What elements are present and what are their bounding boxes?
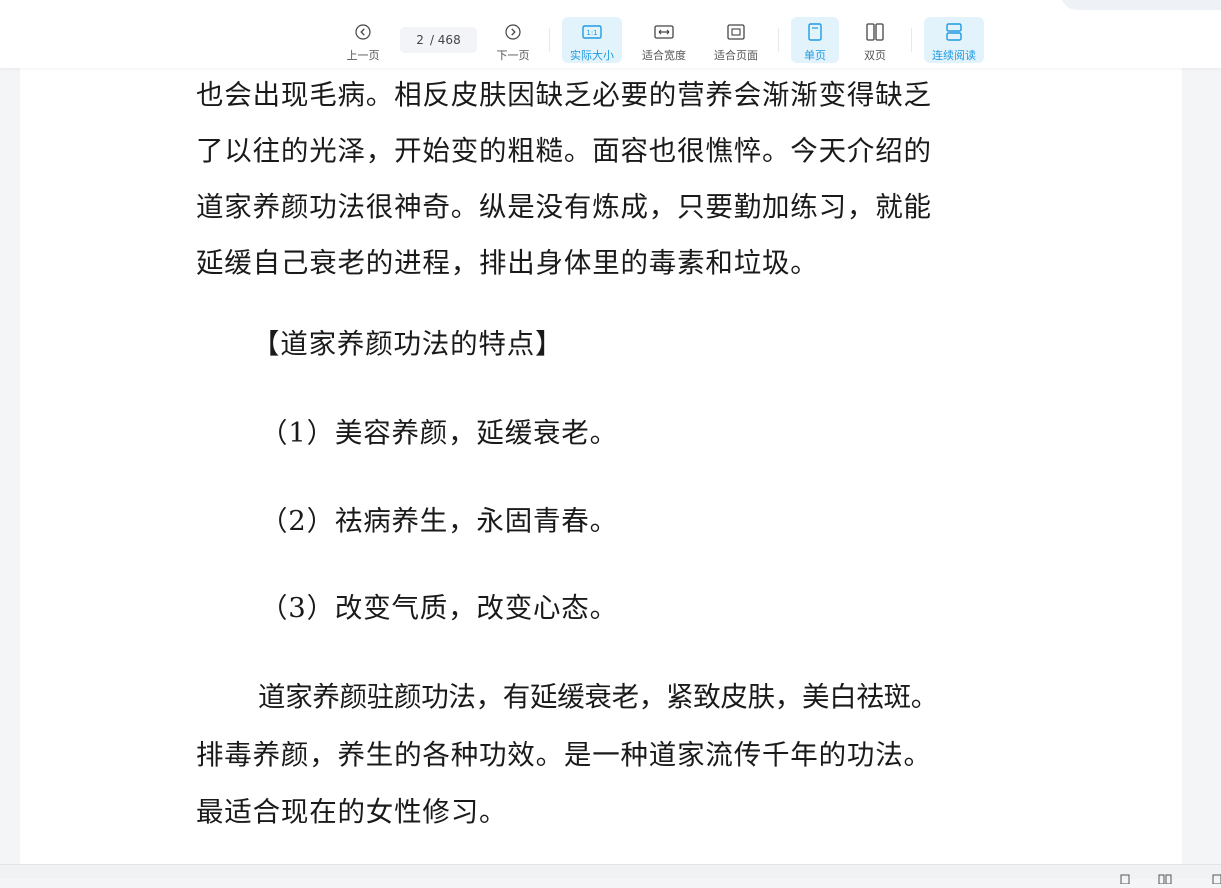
text-line: 最适合现在的女性修习。 — [196, 796, 508, 828]
svg-text:1:1: 1:1 — [586, 29, 597, 37]
fit-page-icon — [725, 21, 747, 43]
text-line: 了以往的光泽，开始变的粗糙。面容也很憔悴。今天介绍的 — [196, 135, 932, 167]
list-item: （2）祛病养生，永固青春。 — [260, 505, 618, 537]
next-page-button[interactable]: 下一页 — [490, 17, 536, 63]
continuous-reading-button[interactable]: 连续阅读 — [924, 17, 984, 63]
fit-page-label: 适合页面 — [714, 49, 758, 62]
fit-width-label: 适合宽度 — [642, 49, 686, 62]
actual-size-label: 实际大小 — [570, 49, 614, 62]
current-page-value: 2 — [416, 33, 424, 47]
toolbar-divider — [549, 28, 550, 52]
single-page-icon — [804, 21, 826, 43]
actual-size-button[interactable]: 1:1 实际大小 — [562, 17, 622, 63]
double-page-icon — [864, 21, 886, 43]
section-heading: 【道家养颜功法的特点】 — [252, 328, 564, 360]
text-line: 延缓自己衰老的进程，排出身体里的毒素和垃圾。 — [196, 247, 819, 279]
text-line: 排毒养颜，养生的各种功效。是一种道家流传千年的功法。 — [196, 739, 932, 771]
prev-page-button[interactable]: 上一页 — [340, 17, 386, 63]
list-item: （3）改变气质，改变心态。 — [260, 592, 618, 624]
continuous-reading-label: 连续阅读 — [932, 49, 976, 62]
double-page-label: 双页 — [864, 49, 886, 62]
chevron-left-circle-icon — [352, 21, 374, 43]
fit-width-button[interactable]: 适合宽度 — [634, 17, 694, 63]
single-page-label: 单页 — [804, 49, 826, 62]
text-line: 道家养颜驻颜功法，有延缓衰老，紧致皮肤，美白祛斑。 — [258, 681, 938, 713]
prev-page-label: 上一页 — [346, 49, 380, 62]
text-line: 也会出现毛病。相反皮肤因缺乏必要的营养会渐渐变得缺乏 — [196, 79, 932, 111]
viewer-toolbar: 上一页 2 / 468 下一页 1:1 实际大小 适合宽度 适合页面 单页 双页… — [0, 0, 1221, 68]
total-pages-value: / 468 — [429, 33, 461, 47]
single-page-button[interactable]: 单页 — [791, 17, 839, 63]
window-corner-decoration — [1061, 0, 1221, 10]
fit-width-icon — [653, 21, 675, 43]
next-page-label: 下一页 — [496, 49, 530, 62]
chevron-right-circle-icon — [502, 21, 524, 43]
actual-size-icon: 1:1 — [581, 21, 603, 43]
toolbar-divider — [911, 28, 912, 52]
toolbar-divider — [778, 28, 779, 52]
continuous-reading-icon — [943, 21, 965, 43]
double-page-button[interactable]: 双页 — [851, 17, 899, 63]
fit-page-button[interactable]: 适合页面 — [706, 17, 766, 63]
status-bar — [0, 864, 1221, 885]
text-line: 道家养颜功法很神奇。纵是没有炼成，只要勤加练习，就能 — [196, 191, 932, 223]
page-number-field[interactable]: 2 / 468 — [400, 27, 477, 53]
list-item: （1）美容养颜，延缓衰老。 — [260, 417, 618, 449]
